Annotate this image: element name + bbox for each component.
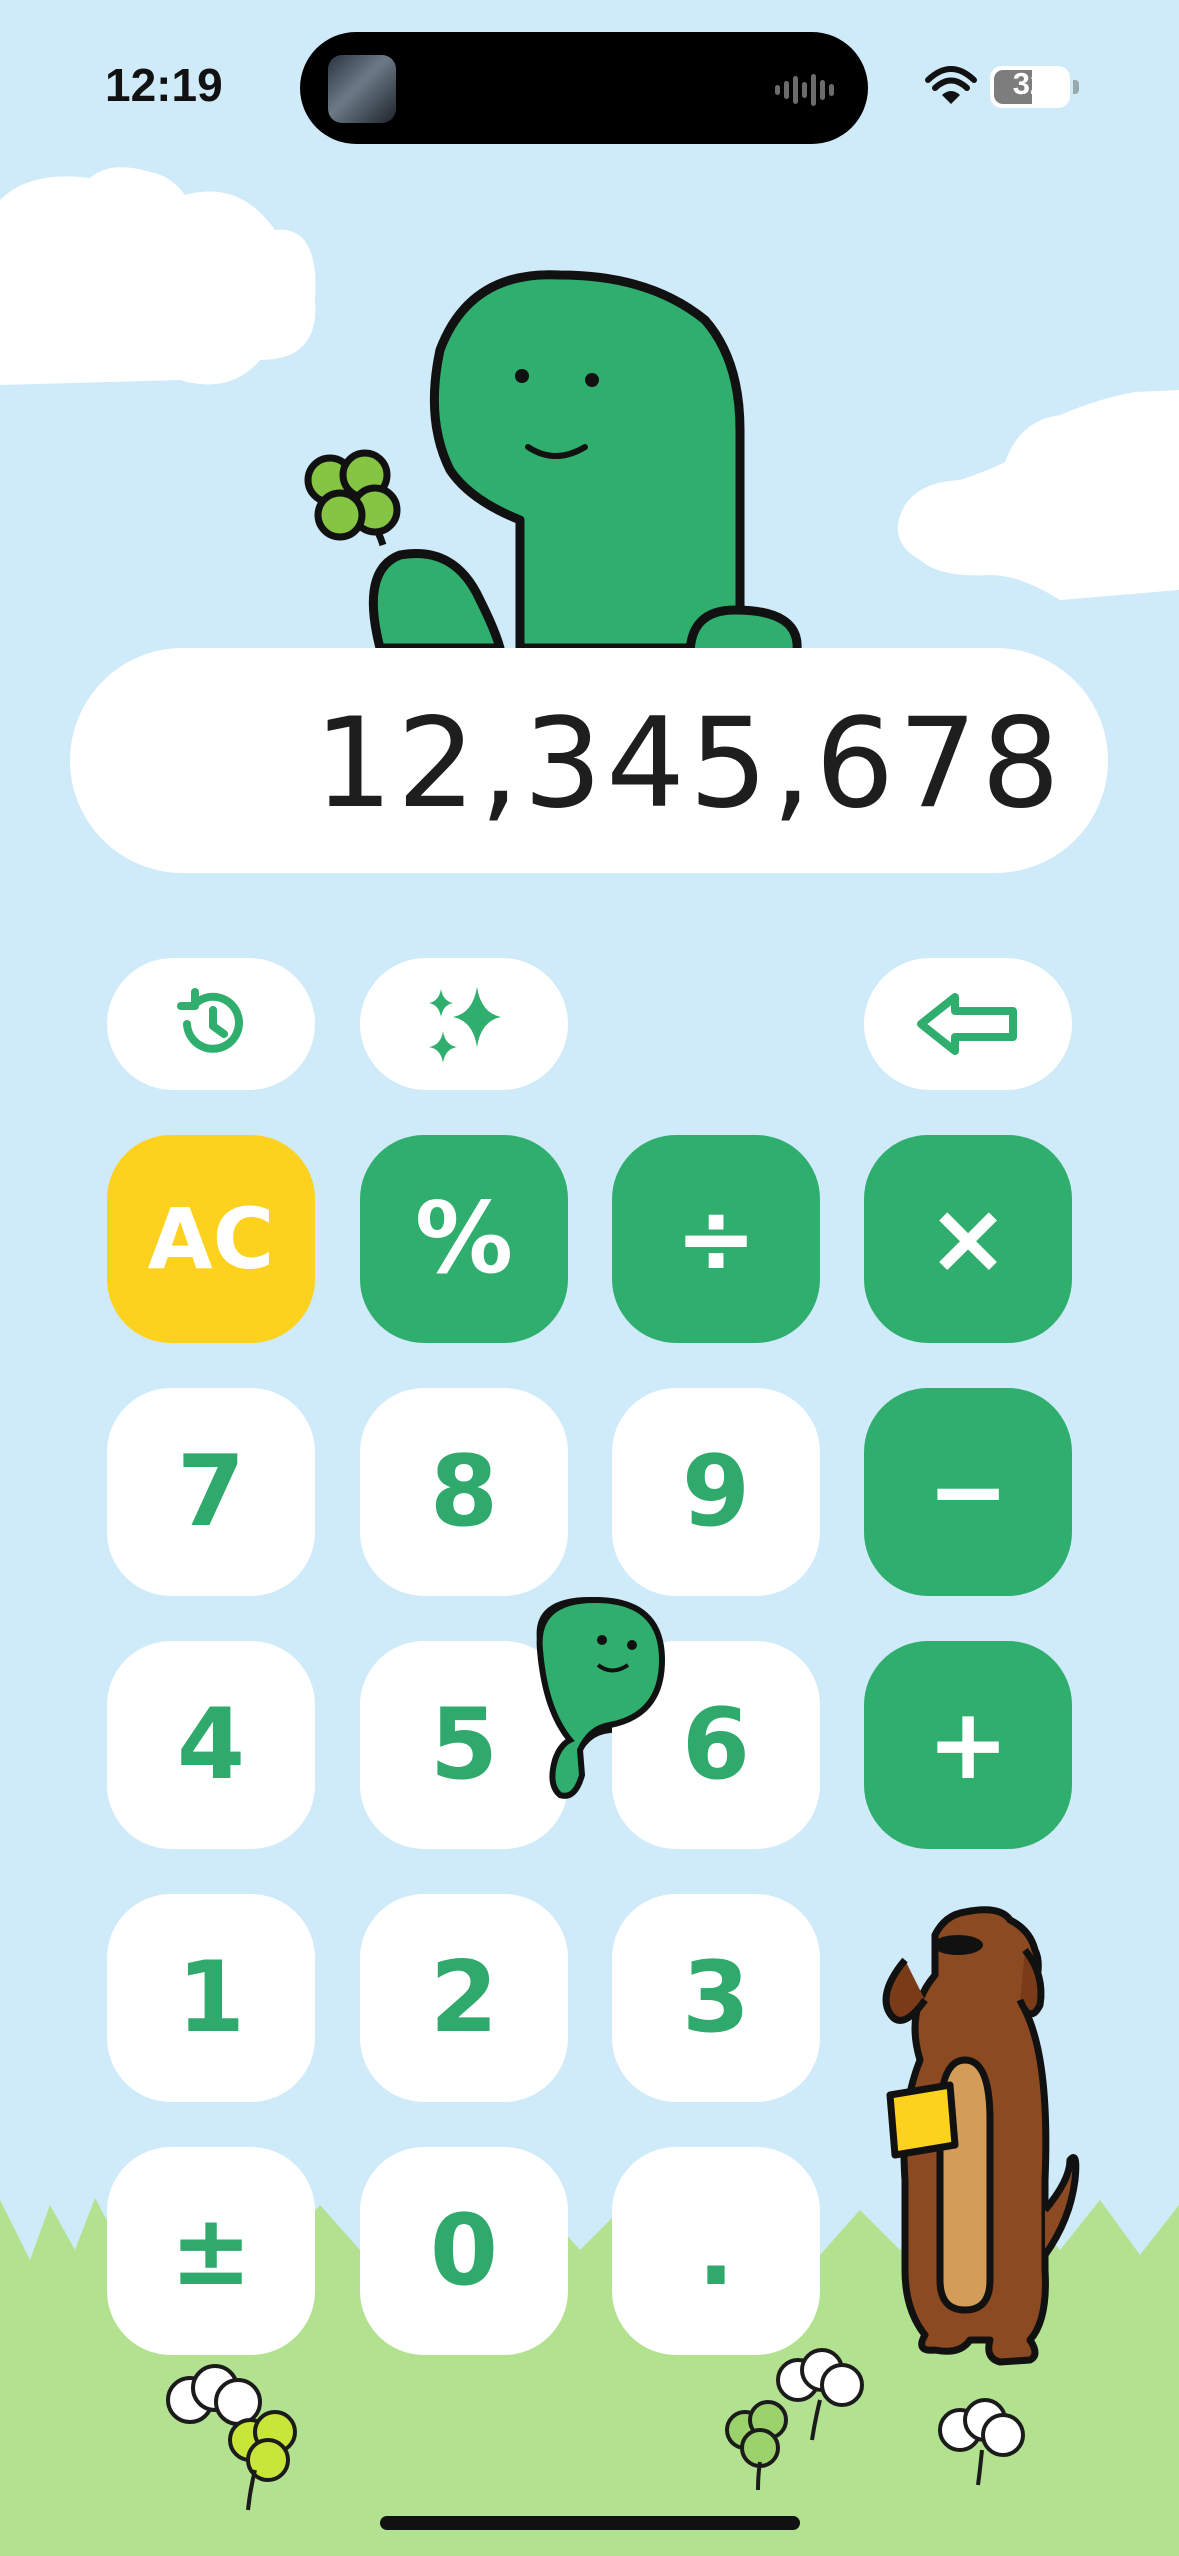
green-creature-top — [368, 270, 802, 685]
digit-2-button[interactable]: 2 — [360, 1894, 568, 2102]
now-playing-thumbnail — [328, 55, 396, 123]
backspace-button[interactable] — [864, 958, 1072, 1090]
history-button[interactable] — [107, 958, 315, 1090]
cloud-left — [0, 167, 316, 385]
subtract-button[interactable]: − — [864, 1388, 1072, 1596]
history-icon — [177, 988, 243, 1053]
wifi-icon — [925, 66, 977, 104]
multiply-button[interactable]: × — [864, 1135, 1072, 1343]
plus-minus-button[interactable]: ± — [107, 2147, 315, 2355]
digit-7-button[interactable]: 7 — [107, 1388, 315, 1596]
backspace-arrow-icon — [917, 993, 1017, 1055]
all-clear-button[interactable]: AC — [107, 1135, 315, 1343]
battery-cap — [1073, 80, 1079, 94]
digit-1-button[interactable]: 1 — [107, 1894, 315, 2102]
digit-4-button[interactable]: 4 — [107, 1641, 315, 1849]
home-indicator[interactable] — [380, 2516, 800, 2530]
add-button[interactable]: + — [864, 1641, 1072, 1849]
magic-button[interactable] — [360, 958, 568, 1090]
digit-9-button[interactable]: 9 — [612, 1388, 820, 1596]
digit-3-button[interactable]: 3 — [612, 1894, 820, 2102]
sparkles-icon — [429, 987, 501, 1063]
divide-button[interactable]: ÷ — [612, 1135, 820, 1343]
battery-percentage: 32 — [1012, 66, 1048, 101]
digit-0-button[interactable]: 0 — [360, 2147, 568, 2355]
cloud-right — [897, 390, 1179, 600]
small-green-creature-overlay — [536, 1596, 666, 1799]
audio-waveform-icon — [775, 74, 834, 106]
digit-8-button[interactable]: 8 — [360, 1388, 568, 1596]
display-value: 12,345,678 — [314, 692, 1064, 836]
clover-held — [304, 449, 401, 547]
status-time: 12:19 — [105, 59, 223, 111]
percent-button[interactable]: % — [360, 1135, 568, 1343]
dachshund-dog — [882, 1906, 1080, 2366]
decimal-button[interactable]: . — [612, 2147, 820, 2355]
